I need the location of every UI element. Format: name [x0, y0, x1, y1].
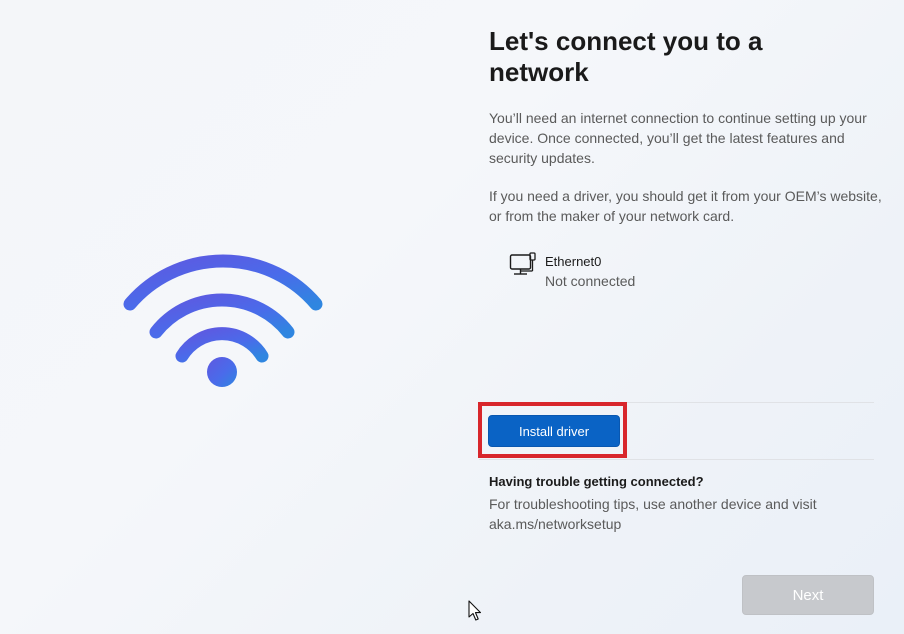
page-title: Let's connect you to a network [489, 26, 763, 87]
highlight-box [478, 402, 627, 458]
network-name: Ethernet0 [545, 254, 602, 269]
mouse-cursor-icon [468, 600, 482, 621]
trouble-heading: Having trouble getting connected? [489, 474, 704, 489]
driver-note: If you need a driver, you should get it … [489, 188, 882, 224]
network-list-item[interactable]: Ethernet0 Not connected [509, 250, 729, 294]
wired-network-icon [509, 252, 536, 275]
next-button[interactable]: Next [742, 575, 874, 615]
network-status: Not connected [545, 273, 636, 289]
wifi-icon [123, 254, 323, 387]
trouble-text: For troubleshooting tips, use another de… [489, 496, 817, 532]
setup-panel: Let's connect you to a network You’ll ne… [478, 0, 889, 634]
connection-description: You’ll need an internet connection to co… [489, 110, 867, 166]
divider [479, 459, 874, 460]
illustration-panel [0, 0, 450, 634]
